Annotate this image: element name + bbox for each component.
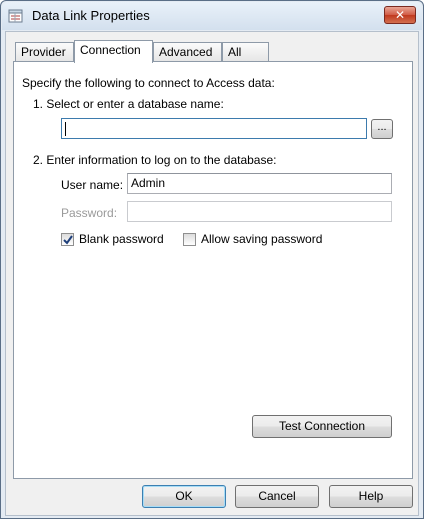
database-name-input[interactable] [61, 118, 367, 139]
close-icon: ✕ [394, 8, 406, 22]
close-button[interactable]: ✕ [384, 6, 416, 24]
test-connection-button[interactable]: Test Connection [252, 415, 392, 438]
cancel-button[interactable]: Cancel [235, 485, 319, 508]
dialog-window: Data Link Properties ✕ Provider Connecti… [0, 0, 424, 519]
window-title: Data Link Properties [32, 8, 150, 23]
username-input[interactable]: Admin [127, 173, 392, 194]
dialog-client-area: Provider Connection Advanced All Specify… [5, 31, 419, 516]
help-button[interactable]: Help [329, 485, 413, 508]
allow-saving-password-checkbox[interactable] [183, 233, 196, 246]
password-input[interactable] [127, 201, 392, 222]
step2-label: 2. Enter information to log on to the da… [33, 153, 277, 167]
checkmark-icon [63, 235, 73, 245]
allow-saving-password-label: Allow saving password [201, 232, 323, 246]
tab-connection[interactable]: Connection [74, 40, 153, 63]
blank-password-label: Blank password [79, 232, 164, 246]
text-caret [65, 122, 66, 136]
blank-password-checkbox[interactable] [61, 233, 74, 246]
title-bar[interactable]: Data Link Properties ✕ [2, 2, 422, 30]
password-label: Password: [61, 206, 118, 220]
tab-provider[interactable]: Provider [15, 42, 74, 61]
tab-all[interactable]: All [222, 42, 269, 61]
data-link-app-icon [8, 8, 24, 24]
ok-button[interactable]: OK [142, 485, 226, 508]
browse-button[interactable]: ... [371, 119, 393, 139]
intro-text: Specify the following to connect to Acce… [22, 76, 275, 90]
username-label: User name: [61, 178, 124, 192]
tab-advanced[interactable]: Advanced [153, 42, 222, 61]
connection-tab-panel: Specify the following to connect to Acce… [13, 61, 413, 479]
step1-label: 1. Select or enter a database name: [33, 97, 224, 111]
